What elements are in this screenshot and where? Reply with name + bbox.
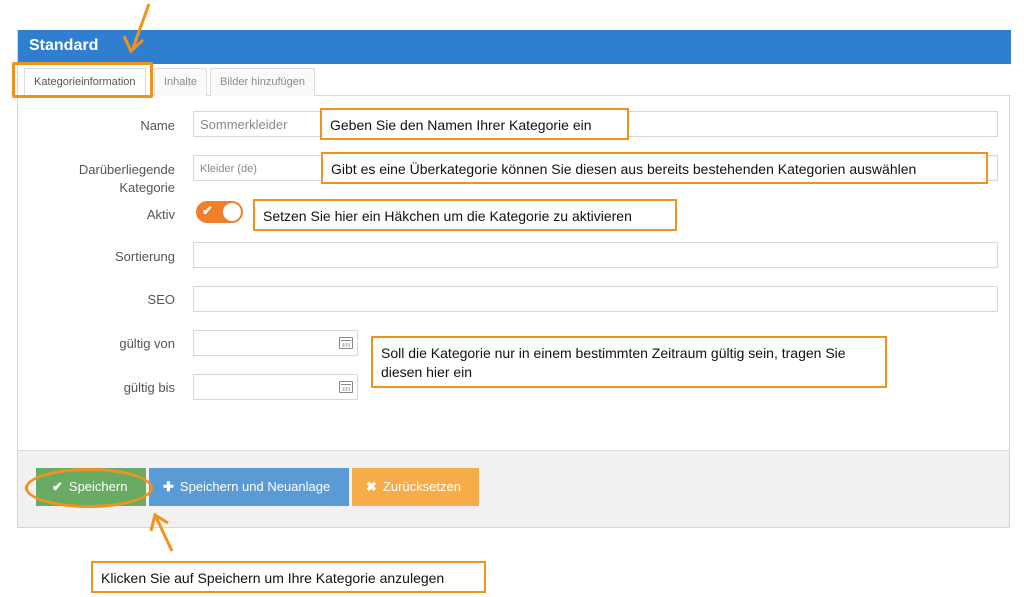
- tab-inhalte[interactable]: Inhalte: [154, 68, 208, 96]
- check-icon: ✔: [202, 203, 213, 218]
- plus-icon: ✚: [163, 479, 174, 494]
- calendar-icon[interactable]: [339, 337, 353, 349]
- panel-header: Standard: [18, 30, 1011, 64]
- toggle-knob: [223, 203, 241, 221]
- active-toggle[interactable]: ✔: [196, 201, 243, 223]
- panel-title: Standard: [29, 37, 99, 54]
- seo-input[interactable]: [193, 286, 998, 312]
- parent-category-label-line2: Kategorie: [119, 180, 175, 195]
- active-label: Aktiv: [146, 207, 175, 222]
- valid-to-input[interactable]: [193, 374, 358, 400]
- valid-from-label: gültig von: [119, 336, 175, 351]
- tab-bilder-hinzufuegen[interactable]: Bilder hinzufügen: [210, 68, 316, 96]
- name-callout: Geben Sie den Namen Ihrer Kategorie ein: [320, 108, 629, 140]
- x-icon: ✖: [366, 479, 377, 494]
- calendar-icon[interactable]: [339, 381, 353, 393]
- tab-highlight-box: [12, 62, 153, 98]
- reset-button[interactable]: ✖ Zurücksetzen: [352, 468, 479, 506]
- save-callout: Klicken Sie auf Speichern um Ihre Katego…: [91, 561, 486, 593]
- save-and-new-button-label: Speichern und Neuanlage: [179, 479, 331, 494]
- save-and-new-button[interactable]: ✚ Speichern und Neuanlage: [149, 468, 349, 506]
- tab-bar: Kategorieinformation Inhalte Bilder hinz…: [18, 64, 1011, 97]
- save-highlight-oval: [25, 468, 153, 508]
- sort-label: Sortierung: [115, 249, 175, 264]
- parent-callout: Gibt es eine Überkategorie können Sie di…: [321, 152, 988, 184]
- sort-input[interactable]: [193, 242, 998, 268]
- name-label: Name: [140, 118, 175, 133]
- validity-callout: Soll die Kategorie nur in einem bestimmt…: [371, 336, 887, 388]
- reset-button-label: Zurücksetzen: [382, 479, 461, 494]
- valid-from-input[interactable]: [193, 330, 358, 356]
- parent-category-label-line1: Darüberliegende: [78, 162, 175, 177]
- valid-to-label: gültig bis: [123, 380, 175, 395]
- active-callout: Setzen Sie hier ein Häkchen um die Kateg…: [253, 199, 677, 231]
- seo-label: SEO: [147, 292, 175, 307]
